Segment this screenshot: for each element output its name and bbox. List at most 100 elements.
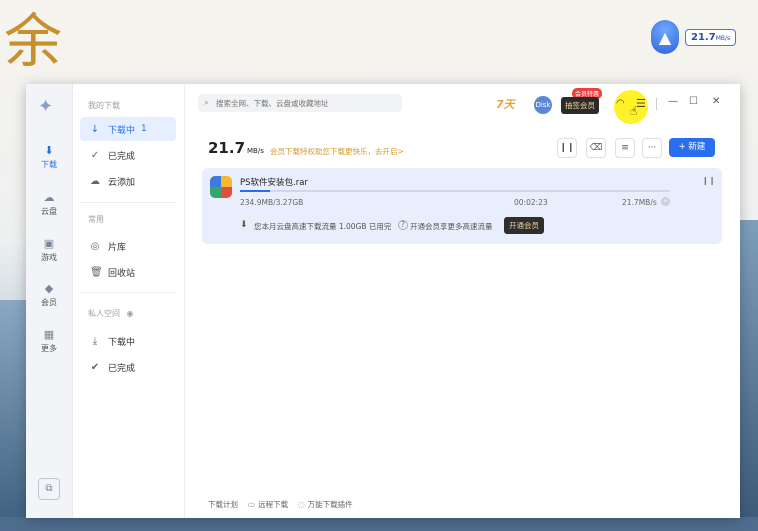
more-button[interactable]: ···	[642, 138, 662, 158]
rail-label: 更多	[41, 344, 57, 353]
background-bottom-strip	[0, 517, 758, 531]
rar-file-icon	[210, 176, 232, 198]
cloud-download-warning-icon: ⬇	[240, 220, 248, 230]
search-icon: ⌕	[204, 98, 210, 108]
download-arrow-icon: ↓	[90, 123, 100, 135]
app-window: ✦ ⬇ 下载 ☁ 云盘 ▣ 游戏 ◆ 会员 ▦ 更多 ⧉ 我的下载 ↓ 下载中 …	[26, 84, 740, 518]
floating-speed-readout: 21.7MB/s	[685, 28, 737, 46]
footer-label: 远程下载	[258, 500, 289, 509]
footer-label: 万能下载插件	[307, 500, 353, 509]
menu-icon[interactable]: ☰	[636, 97, 646, 110]
footer-label: 下载计划	[208, 500, 238, 509]
cloud-plus-icon: ☁	[90, 175, 100, 187]
sidebar-item-label: 下载中	[108, 125, 136, 136]
task-time-remaining: 00:02:23	[514, 198, 548, 207]
gamepad-icon: ▣	[43, 237, 55, 250]
divider	[656, 98, 657, 110]
help-icon[interactable]: ?	[398, 220, 408, 230]
footer-remote-download[interactable]: ▭ 远程下载	[248, 499, 288, 510]
total-speed-value: 21.7	[208, 139, 246, 157]
plugin-icon: ◌	[298, 500, 305, 509]
floating-speed-widget[interactable]: ▲ 21.7MB/s	[651, 20, 737, 54]
cloud-icon: ☁	[43, 191, 55, 204]
total-speed: 21.7 MB/s	[208, 139, 264, 157]
window-mode-icon[interactable]: ⧉	[38, 478, 60, 500]
section-heading-label: 私人空间	[88, 309, 120, 318]
diamond-icon: ◆	[44, 282, 54, 295]
check-circle-icon: ✓	[90, 149, 100, 161]
sidebar-item-completed[interactable]: ✓ 已完成	[80, 143, 176, 167]
footer-download-plan[interactable]: 下载计划	[208, 499, 238, 510]
sidebar-item-label: 下载中	[108, 337, 136, 348]
task-progress-bar	[240, 190, 670, 192]
footer-bar: 下载计划 ▭ 远程下载 ◌ 万能下载插件	[208, 499, 353, 510]
divider	[80, 202, 176, 203]
new-task-button[interactable]: + 新建	[669, 138, 715, 157]
seven-day-badge[interactable]: 7天	[496, 96, 515, 112]
nav-rail: ✦ ⬇ 下载 ☁ 云盘 ▣ 游戏 ◆ 会员 ▦ 更多 ⧉	[26, 84, 73, 518]
sort-button[interactable]: ≡	[615, 138, 635, 158]
task-pause-icon[interactable]: ❙❙	[702, 176, 715, 185]
rail-item-more[interactable]: ▦ 更多	[26, 328, 72, 354]
vip-button[interactable]: 抽签会员	[561, 97, 599, 114]
minimize-icon[interactable]: —	[668, 96, 678, 107]
rail-label: 会员	[41, 298, 57, 307]
hand-cursor-icon: ☝	[630, 104, 638, 118]
rail-label: 云盘	[41, 207, 57, 216]
sidebar-item-downloading[interactable]: ↓ 下载中 1	[80, 117, 176, 141]
private-download-icon: ⤓	[92, 335, 98, 347]
sidebar-item-label: 云添加	[108, 177, 136, 188]
sidebar-item-cloud-add[interactable]: ☁ 云添加	[80, 169, 176, 193]
grid-icon: ▦	[43, 328, 55, 341]
private-space-heading[interactable]: 私人空间 ◉	[88, 308, 134, 319]
sidebar-item-label: 片库	[108, 242, 127, 253]
sidebar-item-recycle[interactable]: 🗑 回收站	[80, 260, 176, 284]
download-circle-icon: ⬇	[44, 144, 54, 157]
eye-icon: ◉	[126, 309, 134, 318]
new-task-label: 新建	[688, 142, 706, 152]
rail-item-download[interactable]: ⬇ 下载	[26, 144, 72, 170]
sidebar-item-label: 已完成	[108, 151, 136, 162]
divider	[80, 292, 176, 293]
task-name: PS软件安装包.rar	[240, 178, 308, 188]
section-heading: 常用	[88, 215, 104, 224]
sidebar-item-private-downloading[interactable]: ⤓ 下载中	[80, 329, 176, 353]
section-heading: 我的下载	[88, 101, 120, 110]
task-size: 234.9MB/3.27GB	[240, 198, 304, 207]
maximize-icon[interactable]: ☐	[689, 96, 698, 107]
pause-all-button[interactable]: ❙❙	[557, 138, 577, 158]
task-card[interactable]: PS软件安装包.rar ❙❙ 234.9MB/3.27GB 00:02:23 2…	[202, 168, 722, 244]
total-speed-unit: MB/s	[247, 147, 264, 155]
library-icon: ◎	[90, 240, 100, 252]
floating-speed-unit: MB/s	[715, 34, 731, 42]
rocket-icon: ▲	[651, 20, 679, 54]
sidebar-item-private-completed[interactable]: ✔ 已完成	[80, 355, 176, 379]
main-panel: ⌕ 7天 Disk 会员特惠 抽签会员 ◠ ☰ ☝ — ☐ ✕ 21.7MB/s…	[184, 84, 740, 518]
app-logo-icon: ✦	[38, 96, 54, 117]
speed-boost-icon[interactable]: ✧	[661, 197, 670, 206]
quota-notice: 您本月云盘高速下载流量 1.00GB 已用完	[254, 222, 392, 231]
background-character: 余	[4, 7, 63, 75]
task-speed: 21.7MB/s	[622, 198, 657, 207]
floating-speed-value: 21.7	[691, 31, 716, 43]
avatar[interactable]: Disk	[534, 96, 552, 114]
trash-icon: 🗑	[90, 266, 103, 278]
headset-icon[interactable]: ◠	[616, 98, 625, 109]
quota-upsell-text: 开通会员享更多高速流量	[410, 222, 493, 231]
rail-item-games[interactable]: ▣ 游戏	[26, 237, 72, 263]
close-icon[interactable]: ✕	[712, 96, 720, 107]
private-check-icon: ✔	[90, 361, 100, 373]
vip-promo-link[interactable]: 会员下载特权助您下载更快乐，去开启>	[270, 146, 404, 157]
open-vip-button[interactable]: 开通会员	[504, 217, 544, 234]
delete-button[interactable]: ⌫	[586, 138, 606, 158]
remote-icon: ▭	[248, 500, 256, 509]
search-input[interactable]	[214, 97, 399, 109]
sidebar-item-label: 已完成	[108, 363, 136, 374]
footer-plugin[interactable]: ◌ 万能下载插件	[298, 499, 353, 510]
rail-label: 下载	[41, 160, 57, 169]
rail-item-cloud[interactable]: ☁ 云盘	[26, 191, 72, 217]
search-bar[interactable]: ⌕	[198, 94, 402, 112]
rail-item-vip[interactable]: ◆ 会员	[26, 282, 72, 308]
rail-label: 游戏	[41, 253, 57, 262]
sidebar-item-library[interactable]: ◎ 片库	[80, 234, 176, 258]
